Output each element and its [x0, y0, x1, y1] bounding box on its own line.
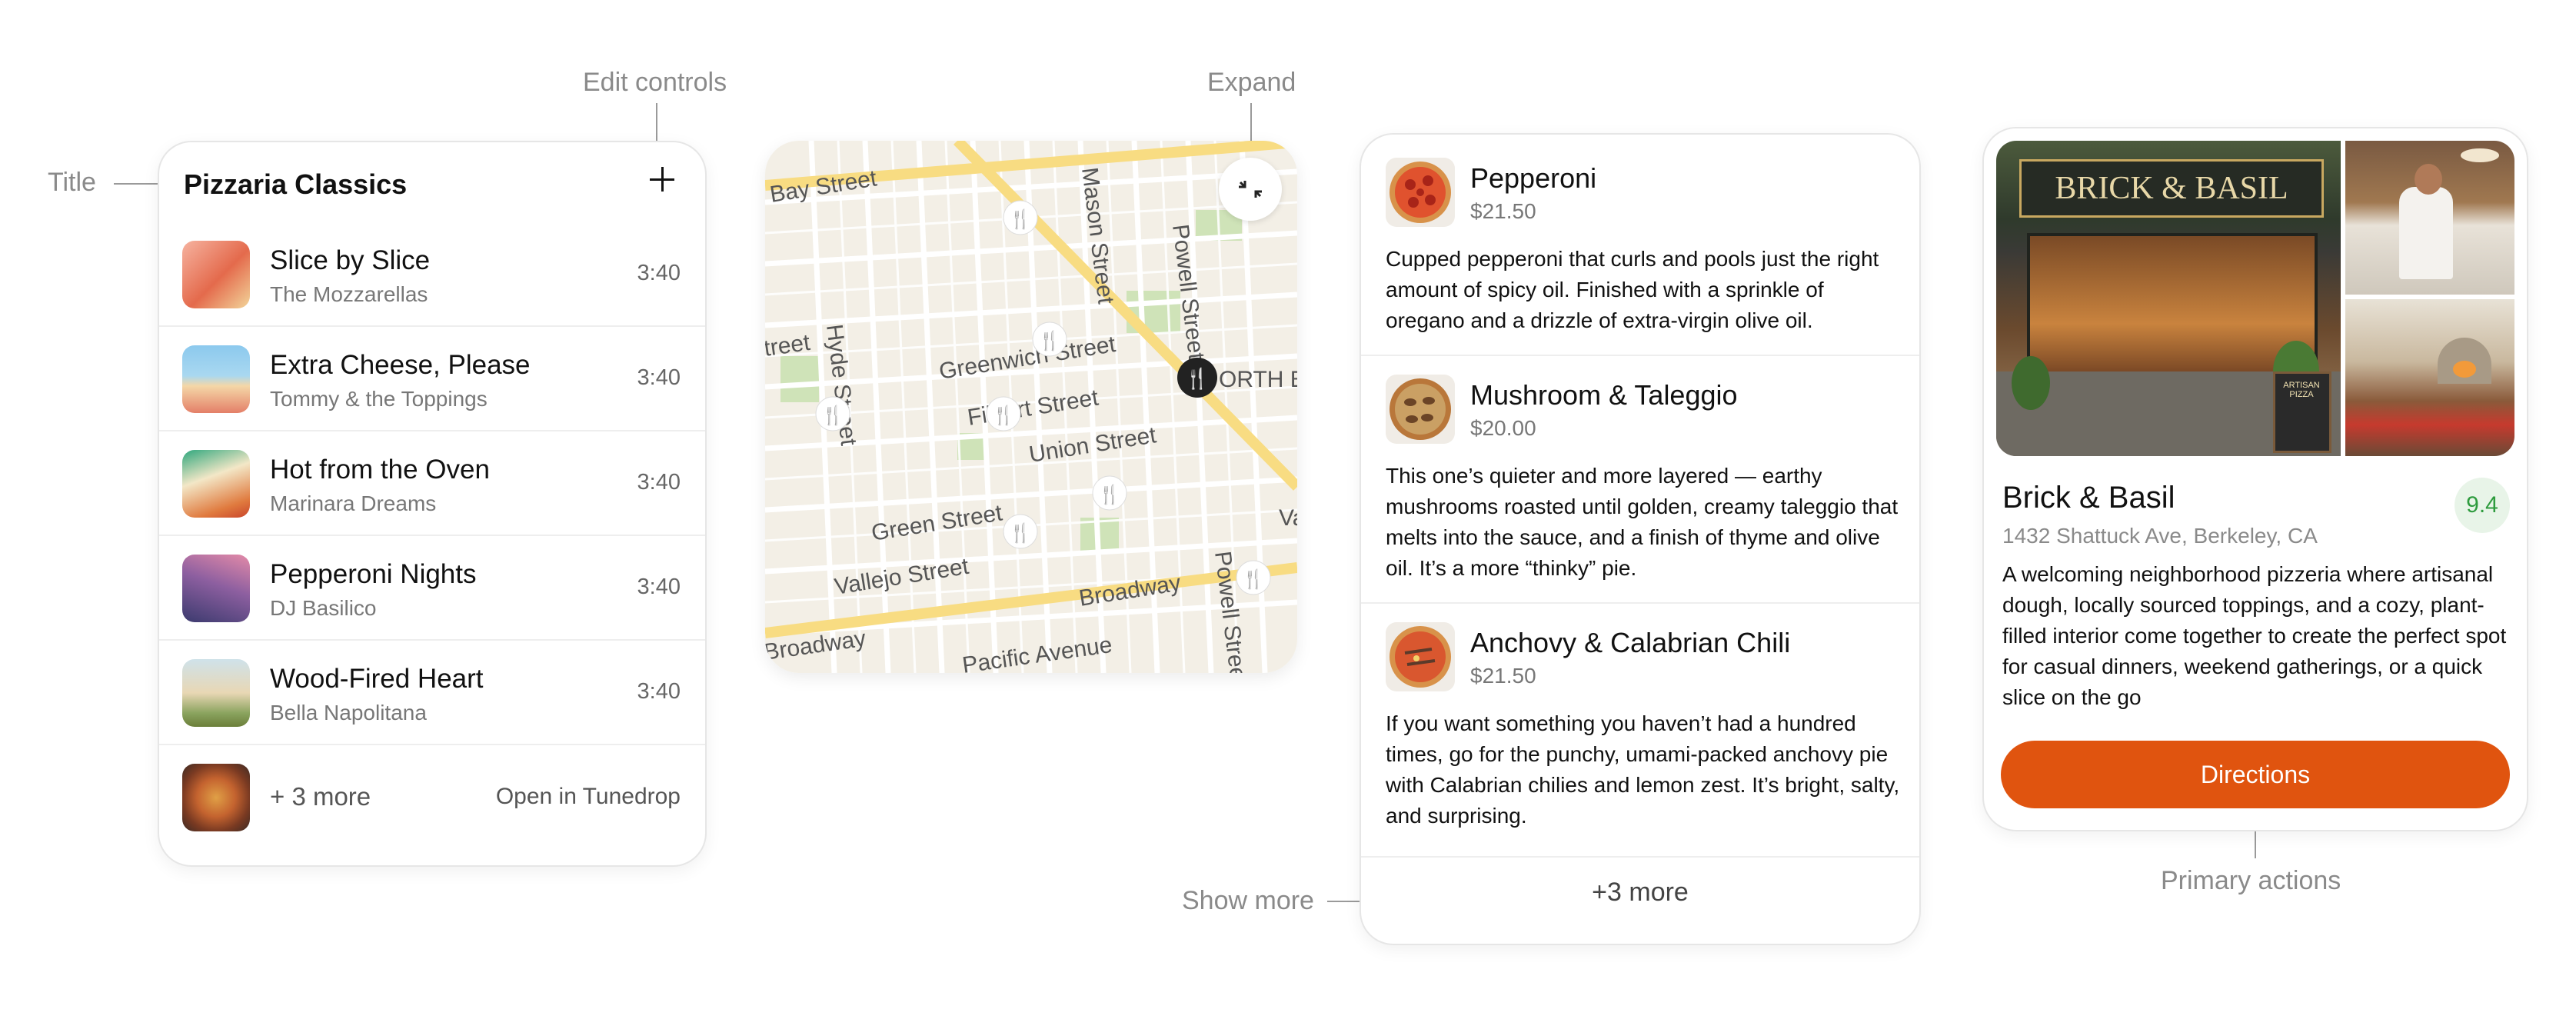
track-duration: 3:40: [637, 365, 681, 390]
restaurant-pin[interactable]: 🍴: [815, 396, 850, 431]
menu-item-description: This one’s quieter and more layered — ea…: [1386, 464, 1899, 580]
svg-text:🍴: 🍴: [1009, 208, 1032, 230]
pizza-thumbnail: [1386, 375, 1455, 444]
svg-text:🍴: 🍴: [821, 405, 844, 426]
menu-item-name: Anchovy & Calabrian Chili: [1470, 627, 1791, 658]
more-row[interactable]: + 3 more Open in Tunedrop: [159, 745, 705, 850]
playlist-card: Pizzaria Classics Slice by Slice The Moz…: [158, 141, 707, 867]
annotation-edit-controls: Edit controls: [583, 68, 727, 97]
expand-button[interactable]: [1219, 158, 1282, 221]
track-row[interactable]: Pepperoni Nights DJ Basilico 3:40: [159, 536, 705, 641]
annotation-title: Title: [48, 168, 96, 197]
svg-text:🍴: 🍴: [1038, 330, 1061, 351]
open-in-app-link[interactable]: Open in Tunedrop: [496, 784, 681, 810]
track-artist: Bella Napolitana: [270, 701, 427, 725]
restaurant-pin[interactable]: 🍴: [1003, 514, 1038, 549]
track-title: Extra Cheese, Please: [270, 350, 531, 380]
storefront-photo[interactable]: BRICK & BASIL ARTISAN PIZZA: [1996, 141, 2341, 456]
annotation-expand: Expand: [1207, 68, 1296, 97]
track-duration: 3:40: [637, 679, 681, 704]
map-view[interactable]: Bay Street Mason Street Powell Street Hy…: [765, 141, 1297, 673]
restaurant-pin[interactable]: 🍴: [1092, 475, 1127, 511]
expand-icon: [1239, 181, 1262, 198]
track-artist: DJ Basilico: [270, 596, 377, 620]
restaurant-pin[interactable]: 🍴: [1236, 560, 1271, 595]
map-partial-label: Va: [1279, 505, 1297, 531]
track-row[interactable]: Extra Cheese, Please Tommy & the Topping…: [159, 327, 705, 431]
place-name: Brick & Basil: [2002, 481, 2175, 515]
menu-card: Pepperoni $21.50 Cupped pepperoni that c…: [1360, 133, 1921, 945]
divider: [1361, 355, 1919, 356]
divider: [1361, 856, 1919, 858]
pizza-thumbnail: [1386, 622, 1455, 691]
track-title: Wood-Fired Heart: [270, 664, 484, 694]
rating-badge: 9.4: [2455, 478, 2510, 533]
chef-photo[interactable]: [2345, 141, 2514, 295]
track-row[interactable]: Hot from the Oven Marinara Dreams 3:40: [159, 431, 705, 536]
interior-photo[interactable]: [2345, 299, 2514, 456]
place-description: A welcoming neighborhood pizzeria where …: [2002, 562, 2507, 709]
album-art-stack: [182, 764, 250, 831]
menu-item-description: Cupped pepperoni that curls and pools ju…: [1386, 247, 1879, 332]
track-duration: 3:40: [637, 470, 681, 495]
menu-item-name: Pepperoni: [1470, 162, 1597, 194]
annotation-show-more: Show more: [1182, 886, 1314, 915]
menu-item-description: If you want something you haven’t had a …: [1386, 711, 1900, 828]
place-address: 1432 Shattuck Ave, Berkeley, CA: [2002, 524, 2318, 548]
svg-text:🍴: 🍴: [1009, 522, 1032, 544]
map-card[interactable]: Bay Street Mason Street Powell Street Hy…: [765, 141, 1297, 673]
restaurant-pin[interactable]: 🍴: [1003, 200, 1038, 235]
track-artist: Marinara Dreams: [270, 491, 437, 515]
track-title: Hot from the Oven: [270, 455, 490, 485]
storefront-sign: BRICK & BASIL: [2055, 171, 2288, 206]
track-artist: Tommy & the Toppings: [270, 387, 488, 411]
show-more-button[interactable]: +3 more: [1361, 878, 1919, 908]
pizza-thumbnail: [1386, 158, 1455, 227]
place-card: BRICK & BASIL ARTISAN PIZZA Brick & Basi…: [1982, 127, 2528, 831]
album-art: [182, 241, 250, 308]
svg-text:🍴: 🍴: [1242, 568, 1265, 590]
track-row[interactable]: Slice by Slice The Mozzarellas 3:40: [159, 222, 705, 327]
track-duration: 3:40: [637, 261, 681, 285]
svg-text:🍴: 🍴: [1185, 367, 1210, 391]
track-duration: 3:40: [637, 575, 681, 599]
album-art: [182, 345, 250, 413]
menu-item-price: $21.50: [1470, 199, 1536, 223]
playlist-title: Pizzaria Classics: [184, 168, 408, 200]
park-area: [780, 356, 819, 402]
album-art: [182, 555, 250, 622]
menu-item-name: Mushroom & Taleggio: [1470, 379, 1738, 411]
menu-item-price: $20.00: [1470, 416, 1536, 440]
map-partial-label: ORTH B: [1219, 367, 1297, 392]
restaurant-pin[interactable]: 🍴: [1032, 321, 1067, 357]
directions-button[interactable]: Directions: [2001, 741, 2510, 808]
album-art: [182, 659, 250, 727]
track-title: Slice by Slice: [270, 245, 431, 275]
divider: [1361, 602, 1919, 604]
track-row[interactable]: Wood-Fired Heart Bella Napolitana 3:40: [159, 641, 705, 745]
album-art: [182, 450, 250, 518]
svg-text:🍴: 🍴: [1098, 484, 1121, 505]
add-icon[interactable]: [647, 164, 677, 195]
restaurant-pin[interactable]: 🍴: [986, 396, 1021, 431]
track-title: Pepperoni Nights: [270, 559, 477, 589]
svg-text:🍴: 🍴: [992, 405, 1015, 426]
track-artist: The Mozzarellas: [270, 282, 428, 306]
chalkboard-text: ARTISAN PIZZA: [2283, 381, 2320, 399]
more-tracks-label: + 3 more: [270, 782, 371, 811]
menu-item-price: $21.50: [1470, 664, 1536, 688]
annotation-primary-actions: Primary actions: [2161, 866, 2341, 895]
restaurant-pin-selected[interactable]: 🍴: [1177, 358, 1217, 398]
